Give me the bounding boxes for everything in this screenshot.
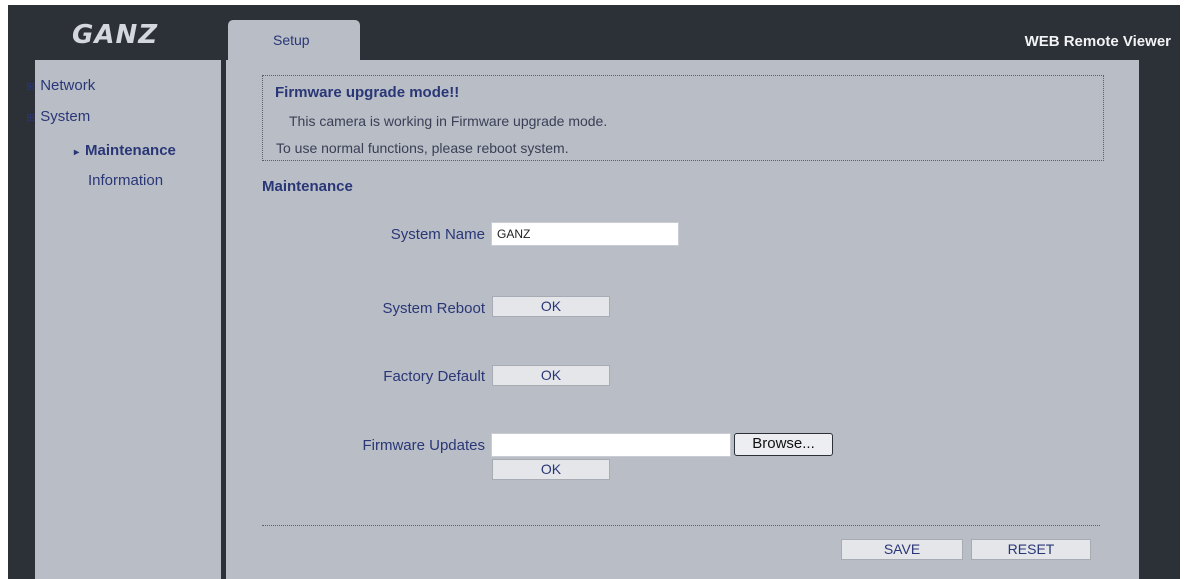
section-title: Maintenance — [262, 178, 353, 195]
app-title: WEB Remote Viewer — [1024, 33, 1171, 50]
expand-icon: ⊞ — [26, 81, 36, 93]
factory-default-button[interactable]: OK — [492, 365, 610, 386]
firmware-updates-label: Firmware Updates — [362, 437, 485, 454]
system-reboot-label: System Reboot — [382, 300, 485, 317]
reset-button[interactable]: RESET — [971, 539, 1091, 560]
sidebar-item-label: Information — [88, 172, 164, 189]
sidebar-item-label: Maintenance — [85, 142, 176, 159]
main-content: Firmware upgrade mode!! This camera is w… — [226, 60, 1139, 579]
firmware-notice: Firmware upgrade mode!! This camera is w… — [262, 75, 1104, 161]
notice-line-1: This camera is working in Firmware upgra… — [289, 113, 608, 129]
system-name-label: System Name — [390, 226, 485, 243]
notice-line-2: To use normal functions, please reboot s… — [276, 140, 569, 156]
sidebar-item-system[interactable]: ⊞ System — [26, 108, 90, 125]
arrow-right-icon: ▸ — [74, 147, 80, 158]
factory-default-label: Factory Default — [383, 368, 485, 385]
firmware-file-input[interactable] — [491, 433, 731, 457]
sidebar-item-network[interactable]: ⊞ Network — [26, 77, 95, 94]
system-reboot-button[interactable]: OK — [492, 296, 610, 317]
firmware-ok-button[interactable]: OK — [492, 459, 610, 480]
system-name-input[interactable] — [491, 222, 679, 246]
sidebar: ⊞ Network ⊞ System ▸ Maintenance Informatio… — [26, 60, 221, 579]
sidebar-item-label: Network — [40, 77, 96, 94]
notice-title: Firmware upgrade mode!! — [275, 84, 460, 101]
ganz-logo: GANZ — [72, 20, 159, 50]
expand-icon: ⊞ — [26, 112, 36, 124]
divider — [262, 525, 1100, 526]
sidebar-item-information[interactable]: Information — [88, 172, 163, 189]
browse-button[interactable]: Browse... — [734, 433, 833, 456]
tab-setup[interactable]: Setup — [228, 20, 360, 60]
sidebar-item-maintenance[interactable]: ▸ Maintenance — [74, 142, 176, 159]
tab-setup-label: Setup — [273, 32, 310, 48]
save-button[interactable]: SAVE — [841, 539, 963, 560]
sidebar-item-label: System — [40, 108, 91, 125]
